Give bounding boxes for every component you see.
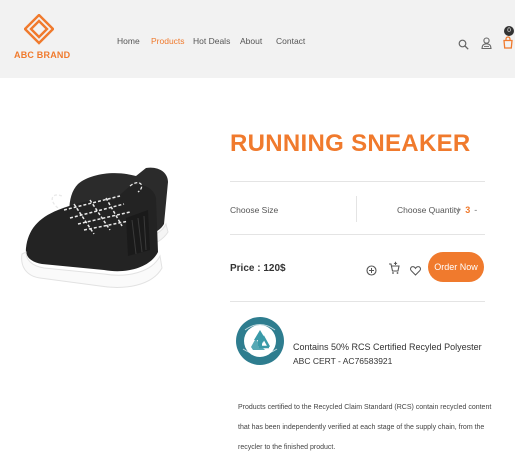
site-header: ABC BRAND Home Products Hot Deals About … bbox=[0, 0, 515, 78]
certification-description-line: recycler to the finished product. bbox=[238, 444, 336, 451]
nav-item-products[interactable]: Products bbox=[151, 36, 185, 46]
certification-id: ABC CERT - AC76583921 bbox=[293, 356, 393, 366]
quantity-stepper: +3- bbox=[456, 205, 477, 215]
recycled-claim-standard-badge-icon bbox=[235, 316, 285, 366]
divider bbox=[356, 196, 357, 222]
brand-name: ABC BRAND bbox=[14, 50, 71, 60]
quantity-decrement-button[interactable]: - bbox=[474, 205, 477, 215]
order-now-button[interactable]: Order Now bbox=[428, 252, 484, 282]
certification-description-line: Products certified to the Recycled Claim… bbox=[238, 404, 492, 411]
product-image bbox=[18, 160, 198, 300]
nav-item-hot-deals[interactable]: Hot Deals bbox=[193, 36, 230, 46]
divider bbox=[230, 181, 485, 182]
quantity-value: 3 bbox=[465, 205, 471, 215]
brand-logo[interactable]: ABC BRAND bbox=[14, 14, 70, 64]
choose-quantity-label: Choose Quantity bbox=[397, 205, 461, 215]
cart-icon[interactable] bbox=[502, 36, 514, 54]
wishlist-heart-icon[interactable] bbox=[410, 263, 421, 281]
user-icon[interactable] bbox=[481, 36, 492, 54]
divider bbox=[230, 234, 485, 235]
search-icon[interactable] bbox=[458, 37, 469, 55]
nav-item-home[interactable]: Home bbox=[117, 36, 140, 46]
certification-description-line: that has been independently verified at … bbox=[238, 424, 485, 431]
product-price: Price : 120$ bbox=[230, 263, 286, 274]
add-to-cart-icon[interactable] bbox=[388, 261, 400, 279]
compare-icon[interactable] bbox=[366, 263, 377, 281]
brand-logo-mark-icon bbox=[24, 14, 54, 45]
certification-headline: Contains 50% RCS Certified Recyled Polye… bbox=[293, 342, 482, 352]
quantity-increment-button[interactable]: + bbox=[456, 205, 461, 215]
cart-count-badge: 0 bbox=[504, 26, 514, 36]
choose-size-dropdown[interactable]: Choose Size bbox=[230, 205, 278, 215]
nav-item-about[interactable]: About bbox=[240, 36, 262, 46]
divider bbox=[230, 301, 485, 302]
product-title: RUNNING SNEAKER bbox=[230, 130, 471, 157]
nav-item-contact[interactable]: Contact bbox=[276, 36, 305, 46]
